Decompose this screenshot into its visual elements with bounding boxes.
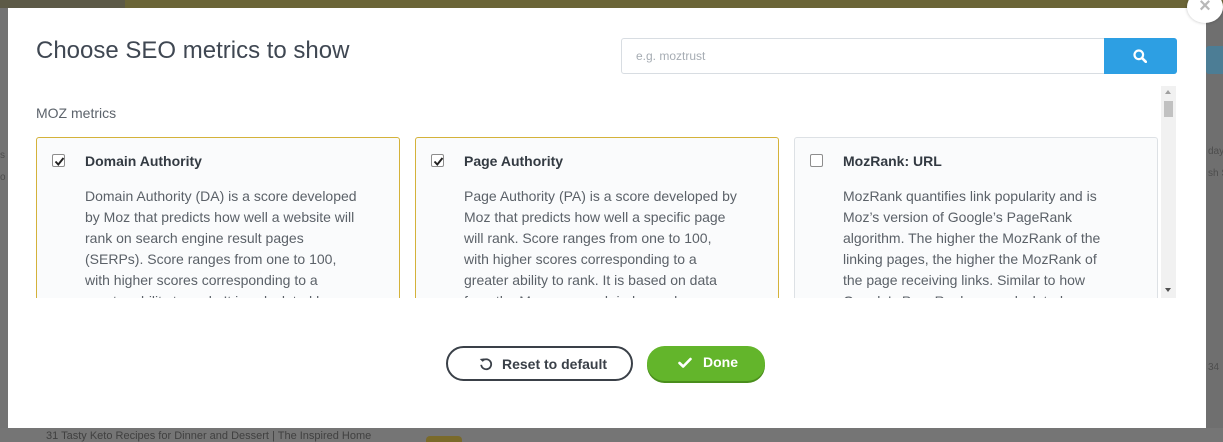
scrollbar-thumb[interactable] [1164,101,1173,117]
metric-checkbox[interactable] [52,154,65,167]
seo-metrics-modal: Choose SEO metrics to show MOZ metrics D… [8,8,1206,428]
reset-icon [479,358,493,371]
vertical-scrollbar[interactable] [1161,86,1176,298]
background-top-bar [0,0,1223,8]
background-right-button [1206,46,1223,74]
metric-checkbox[interactable] [810,154,823,167]
check-icon [678,357,692,368]
section-label: MOZ metrics [36,105,117,121]
background-right-text: 34 [1208,362,1220,373]
background-left-text: s [0,150,5,161]
metric-card-page-authority[interactable]: Page Authority Page Authority (PA) is a … [415,137,779,298]
modal-title: Choose SEO metrics to show [36,37,350,64]
reset-label: Reset to default [502,356,608,372]
metric-title: MozRank: URL [843,153,942,169]
metric-title: Domain Authority [85,153,202,169]
scroll-up-icon[interactable] [1165,90,1171,94]
scroll-down-icon[interactable] [1165,288,1171,292]
background-bottom-badge [426,436,462,442]
metrics-scroll-area: MOZ metrics Domain Authority Domain Auth… [36,86,1176,298]
checkmark-icon [433,157,444,166]
metric-card-domain-authority[interactable]: Domain Authority Domain Authority (DA) i… [36,137,400,298]
search-box [621,38,1177,74]
background-bottom-text: 31 Tasty Keto Recipes for Dinner and Des… [46,430,372,442]
metric-description: MozRank quantifies link popularity and i… [843,188,1101,298]
search-input[interactable] [622,39,1103,73]
search-icon [1133,49,1147,63]
checkmark-icon [54,157,65,166]
background-right-text: sh S [1208,168,1223,179]
background-right-text: days [1208,146,1223,157]
metric-card-mozrank-url[interactable]: MozRank: URL MozRank quantifies link pop… [794,137,1158,298]
background-left-strip [0,8,8,428]
metric-checkbox[interactable] [431,154,444,167]
search-button[interactable] [1104,38,1177,74]
reset-to-default-button[interactable]: Reset to default [446,346,633,381]
background-left-text: o [0,172,6,183]
done-button[interactable]: Done [647,346,765,381]
done-label: Done [703,354,738,370]
metric-description: Domain Authority (DA) is a score develop… [85,188,357,298]
metric-title: Page Authority [464,153,564,169]
metric-description: Page Authority (PA) is a score developed… [464,188,737,298]
